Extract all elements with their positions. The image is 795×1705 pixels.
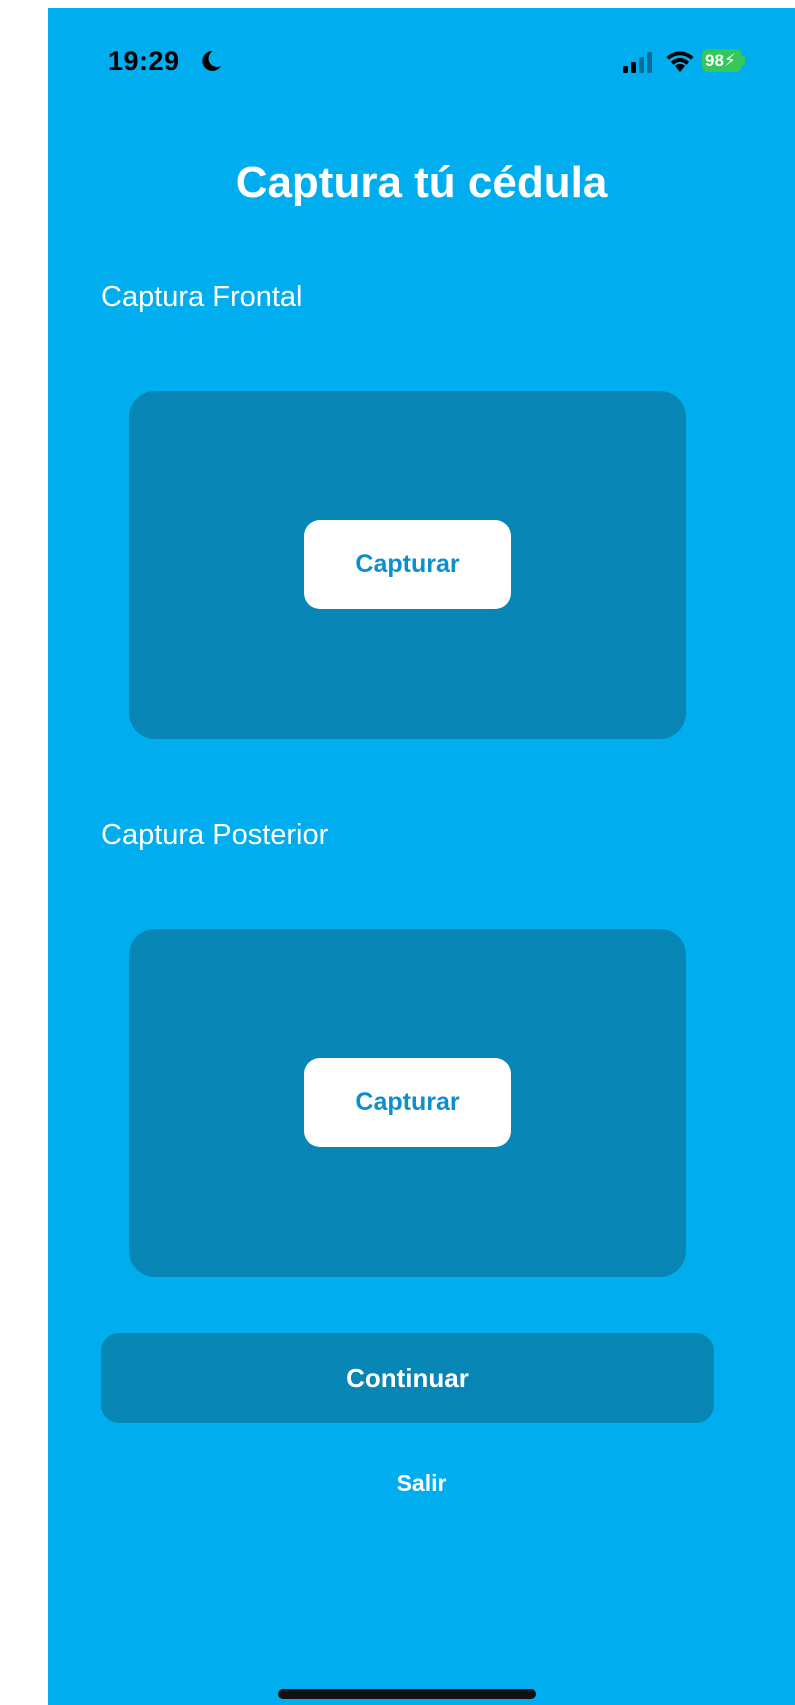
home-indicator[interactable] (278, 1689, 536, 1699)
back-capture-button[interactable]: Capturar (304, 1058, 511, 1147)
back-capture-label: Captura Posterior (101, 819, 329, 851)
exit-button[interactable]: Salir (48, 1470, 795, 1497)
page-title: Captura tú cédula (235, 158, 608, 207)
cellular-signal-icon (623, 52, 652, 73)
app-screen: 19:29 98⚡ Captura tú cédula Captura Fron… (48, 8, 795, 1705)
front-capture-button[interactable]: Capturar (304, 520, 511, 609)
front-capture-label: Captura Frontal (101, 281, 303, 313)
front-capture-card: Capturar (129, 391, 686, 739)
status-time: 19:29 (108, 46, 180, 76)
battery-level: 98 (705, 51, 724, 70)
status-bar: 19:29 98⚡ (48, 8, 795, 108)
charging-bolt-icon: ⚡ (723, 51, 736, 70)
battery-icon: 98⚡ (702, 49, 742, 72)
back-capture-card: Capturar (129, 929, 686, 1277)
continue-button[interactable]: Continuar (101, 1333, 714, 1423)
wifi-icon (666, 51, 694, 72)
moon-icon (202, 50, 221, 71)
battery-tip (742, 56, 745, 65)
